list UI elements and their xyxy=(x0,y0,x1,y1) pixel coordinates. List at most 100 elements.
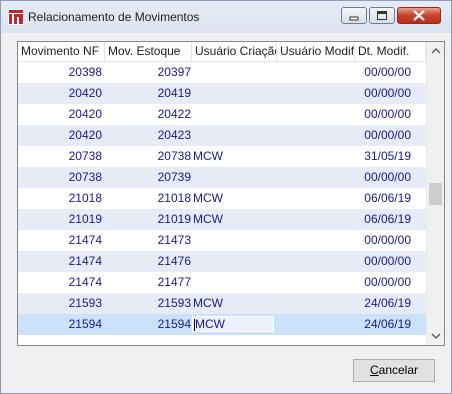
chevron-up-icon[interactable] xyxy=(431,47,441,55)
app-logo-icon xyxy=(8,9,24,25)
dialog-window: Relacionamento de Movimentos Movimento N… xyxy=(0,0,452,394)
cell-mov-estoque: 21477 xyxy=(157,275,191,289)
chevron-down-icon[interactable] xyxy=(431,332,441,340)
cell-usuario-modif xyxy=(277,125,355,146)
cell-movimento-nf: 20398 xyxy=(68,65,102,79)
cell-editor-usuario-criacao[interactable]: MCW xyxy=(192,316,274,332)
cell-usuario-criacao xyxy=(192,272,277,293)
cell-dt-modif: 00/00/00 xyxy=(364,128,411,142)
maximize-icon xyxy=(377,11,387,20)
cell-movimento-nf: 21594 xyxy=(68,317,102,331)
table-row[interactable]: 21593 21593 MCW 24/06/19 xyxy=(18,293,426,314)
cell-dt-modif: 00/00/00 xyxy=(364,86,411,100)
cell-usuario-modif xyxy=(277,209,355,230)
cell-dt-modif: 00/00/00 xyxy=(364,170,411,184)
table-row-selected[interactable]: 21594 21594 MCW 24/06/19 xyxy=(18,314,426,335)
cell-mov-estoque: 20423 xyxy=(157,128,191,142)
cell-usuario-criacao: MCW xyxy=(193,296,223,310)
cell-movimento-nf: 21018 xyxy=(68,191,102,205)
column-header-usuario-modif[interactable]: Usuário Modif. xyxy=(277,42,355,61)
table-row[interactable]: 20420 20423 00/00/00 xyxy=(18,125,426,146)
cell-usuario-modif xyxy=(277,188,355,209)
cell-mov-estoque: 20422 xyxy=(157,107,191,121)
table-row[interactable]: 21019 21019 MCW 06/06/19 xyxy=(18,209,426,230)
table-row[interactable]: 20398 20397 00/00/00 xyxy=(18,62,426,83)
cell-usuario-modif xyxy=(277,104,355,125)
cell-usuario-modif xyxy=(277,167,355,188)
cell-mov-estoque: 21019 xyxy=(157,212,191,226)
maximize-button[interactable] xyxy=(369,7,395,24)
grid-header: Movimento NF Mov. Estoque Usuário Criaçã… xyxy=(18,42,426,62)
cell-dt-modif: 24/06/19 xyxy=(364,296,411,310)
cell-movimento-nf: 20738 xyxy=(68,149,102,163)
cell-usuario-modif xyxy=(277,251,355,272)
cell-usuario-criacao: MCW xyxy=(193,191,223,205)
cell-usuario-modif xyxy=(277,293,355,314)
cell-usuario-criacao xyxy=(192,62,277,83)
column-header-movimento-nf[interactable]: Movimento NF xyxy=(18,42,105,61)
cancel-button[interactable]: Cancelar xyxy=(353,359,435,382)
vertical-scrollbar[interactable] xyxy=(426,42,444,345)
cell-usuario-criacao xyxy=(192,167,277,188)
minimize-icon xyxy=(349,16,359,21)
cell-dt-modif: 00/00/00 xyxy=(364,254,411,268)
cell-usuario-criacao xyxy=(192,230,277,251)
close-button[interactable] xyxy=(397,7,441,24)
grid-rows: 20398 20397 00/00/00 20420 20419 00/00/00 20… xyxy=(18,62,426,335)
cell-movimento-nf: 21474 xyxy=(68,275,102,289)
cell-dt-modif: 00/00/00 xyxy=(364,65,411,79)
cell-usuario-modif xyxy=(277,230,355,251)
cell-dt-modif: 00/00/00 xyxy=(364,107,411,121)
close-icon xyxy=(413,10,425,21)
cell-usuario-modif xyxy=(277,146,355,167)
cancel-accesskey: C xyxy=(369,363,379,377)
title-bar[interactable]: Relacionamento de Movimentos xyxy=(1,1,451,33)
cell-movimento-nf: 20420 xyxy=(68,86,102,100)
window-title: Relacionamento de Movimentos xyxy=(28,10,200,24)
cell-usuario-modif xyxy=(277,272,355,293)
cell-usuario-criacao xyxy=(192,104,277,125)
table-row[interactable]: 21474 21473 00/00/00 xyxy=(18,230,426,251)
cell-dt-modif: 06/06/19 xyxy=(364,212,411,226)
cell-mov-estoque: 21476 xyxy=(157,254,191,268)
cell-mov-estoque: 21473 xyxy=(157,233,191,247)
cell-movimento-nf: 21474 xyxy=(68,233,102,247)
cell-movimento-nf: 21019 xyxy=(68,212,102,226)
column-header-mov-estoque[interactable]: Mov. Estoque xyxy=(105,42,192,61)
movements-grid[interactable]: Movimento NF Mov. Estoque Usuário Criaçã… xyxy=(17,41,445,346)
table-row[interactable]: 20738 20739 00/00/00 xyxy=(18,167,426,188)
cell-usuario-criacao xyxy=(192,83,277,104)
cell-editor-text: MCW xyxy=(195,317,225,331)
minimize-button[interactable] xyxy=(341,7,367,24)
cell-movimento-nf: 20420 xyxy=(68,107,102,121)
cell-mov-estoque: 21593 xyxy=(157,296,191,310)
cell-usuario-criacao: MCW xyxy=(193,212,223,226)
cell-movimento-nf: 21474 xyxy=(68,254,102,268)
cell-usuario-modif xyxy=(277,314,355,335)
cell-usuario-modif xyxy=(277,83,355,104)
cell-mov-estoque: 21018 xyxy=(157,191,191,205)
table-row[interactable]: 21018 21018 MCW 06/06/19 xyxy=(18,188,426,209)
cell-usuario-criacao xyxy=(192,125,277,146)
table-row[interactable]: 20420 20422 00/00/00 xyxy=(18,104,426,125)
cell-dt-modif: 00/00/00 xyxy=(364,233,411,247)
cell-dt-modif: 24/06/19 xyxy=(364,317,411,331)
table-row[interactable]: 20738 20738 MCW 31/05/19 xyxy=(18,146,426,167)
cell-usuario-criacao: MCW xyxy=(193,149,223,163)
table-row[interactable]: 20420 20419 00/00/00 xyxy=(18,83,426,104)
column-header-usuario-criacao[interactable]: Usuário Criação xyxy=(192,42,277,61)
table-row[interactable]: 21474 21476 00/00/00 xyxy=(18,251,426,272)
cell-usuario-modif xyxy=(277,62,355,83)
cell-movimento-nf: 21593 xyxy=(68,296,102,310)
column-header-dt-modif[interactable]: Dt. Modif. xyxy=(355,42,426,61)
dialog-client-area: Movimento NF Mov. Estoque Usuário Criaçã… xyxy=(9,33,445,387)
cancel-label: ancelar xyxy=(378,363,419,377)
cell-mov-estoque: 20397 xyxy=(157,65,191,79)
cell-mov-estoque: 20739 xyxy=(157,170,191,184)
scrollbar-thumb[interactable] xyxy=(429,183,442,205)
cell-dt-modif: 00/00/00 xyxy=(364,275,411,289)
table-row[interactable]: 21474 21477 00/00/00 xyxy=(18,272,426,293)
cell-movimento-nf: 20738 xyxy=(68,170,102,184)
cell-mov-estoque: 20419 xyxy=(157,86,191,100)
cell-usuario-criacao xyxy=(192,251,277,272)
